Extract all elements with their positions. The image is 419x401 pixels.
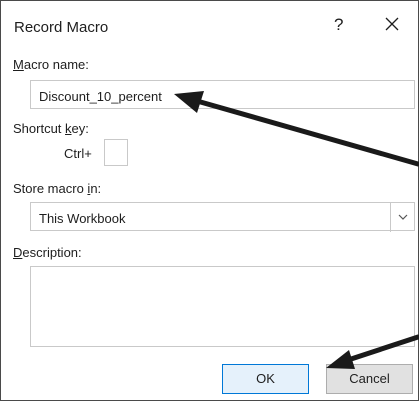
macro-name-label: Macro name: [13, 57, 89, 72]
shortcut-key-input[interactable] [104, 139, 128, 166]
help-button[interactable]: ? [334, 15, 343, 35]
record-macro-dialog: Record Macro ? Macro name: Discount_10_p… [0, 0, 419, 401]
description-textarea[interactable] [30, 266, 415, 347]
dialog-title: Record Macro [14, 19, 109, 36]
description-label: Description: [13, 245, 82, 260]
ctrl-prefix-label: Ctrl+ [64, 146, 92, 161]
macro-name-input[interactable]: Discount_10_percent [30, 80, 415, 109]
chevron-down-icon [398, 214, 408, 220]
cancel-button[interactable]: Cancel [326, 364, 413, 394]
title-bar[interactable]: Record Macro ? [1, 1, 418, 44]
store-macro-select[interactable]: This Workbook [30, 202, 415, 232]
macro-name-value: Discount_10_percent [39, 89, 162, 104]
shortcut-key-label: Shortcut key: [13, 121, 89, 136]
dropdown-button[interactable] [390, 203, 414, 232]
store-macro-label: Store macro in: [13, 181, 102, 196]
close-icon[interactable] [384, 16, 400, 32]
ok-button[interactable]: OK [222, 364, 309, 394]
store-macro-selected: This Workbook [39, 211, 126, 226]
